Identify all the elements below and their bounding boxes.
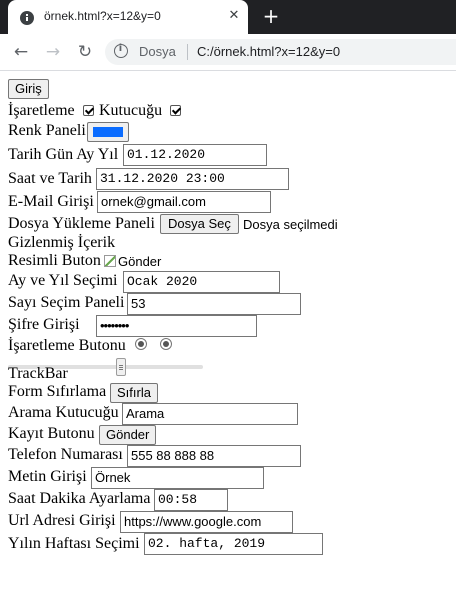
datetime-input[interactable]: 31.12.2020 23:00 [96, 168, 289, 190]
submit-label: Kayıt Butonu [8, 425, 95, 442]
image-submit-button[interactable]: Gönder [104, 254, 161, 269]
email-label: E-Mail Girişi [8, 193, 94, 210]
arrow-left-icon[interactable]: ← [11, 42, 31, 62]
range-thumb[interactable] [116, 358, 126, 376]
search-label: Arama Kutucuğu [8, 404, 119, 421]
tab-strip: örnek.html?x=12&y=0 ✕ + [0, 0, 456, 34]
checkbox-label: İşaretleme [8, 102, 75, 119]
file-status: Dosya seçilmedi [243, 217, 338, 232]
address-bar[interactable]: Dosya C:/örnek.html?x=12&y=0 [105, 39, 456, 65]
tel-input[interactable]: 555 88 888 88 [127, 445, 301, 467]
month-input[interactable]: Ocak 2020 [123, 271, 280, 293]
week-label: Yılın Haftası Seçimi [8, 535, 140, 552]
email-input[interactable]: ornek@gmail.com [97, 191, 271, 213]
reset-button[interactable]: Sıfırla [110, 383, 158, 403]
text-label: Metin Girişi [8, 468, 87, 485]
search-input[interactable]: Arama [122, 403, 298, 425]
date-label: Tarih Gün Ay Yıl [8, 146, 119, 163]
url-label: Url Adresi Girişi [8, 512, 116, 529]
browser-toolbar: ← → ↻ Dosya C:/örnek.html?x=12&y=0 [0, 34, 456, 71]
time-label: Saat Dakika Ayarlama [8, 490, 151, 507]
time-input[interactable]: 00:58 [154, 489, 228, 511]
image-alt-text: Gönder [118, 254, 162, 269]
url-text[interactable]: C:/örnek.html?x=12&y=0 [197, 44, 340, 59]
url-input[interactable]: https://www.google.com [120, 511, 293, 533]
radio-button-2[interactable] [160, 338, 172, 350]
number-input[interactable]: 53 [127, 293, 301, 315]
range-label: TrackBar [8, 365, 68, 382]
password-input[interactable]: •••••••• [96, 315, 257, 337]
date-input[interactable]: 01.12.2020 [123, 144, 267, 166]
reset-label: Form Sıfırlama [8, 383, 107, 400]
textbox-checkbox[interactable] [170, 105, 181, 116]
submit-button[interactable]: Gönder [99, 425, 157, 445]
info-icon[interactable] [114, 43, 128, 58]
checkbox[interactable] [83, 105, 94, 116]
number-label: Sayı Seçim Paneli [8, 294, 125, 311]
globe-icon [20, 11, 34, 25]
browser-tab[interactable]: örnek.html?x=12&y=0 ✕ [8, 0, 248, 34]
radio-button-1[interactable] [135, 338, 147, 350]
color-picker[interactable] [87, 122, 129, 142]
month-label: Ay ve Yıl Seçimi [8, 272, 118, 289]
broken-image-icon [104, 255, 116, 267]
file-choose-button[interactable]: Dosya Seç [160, 214, 239, 234]
omnibox-divider [187, 44, 188, 60]
textbox-checkbox-label: Kutucuğu [99, 102, 163, 119]
login-button[interactable]: Giriş [8, 79, 49, 99]
omnibox-label: Dosya [139, 44, 176, 59]
hidden-content-label: Gizlenmiş İçerik [8, 234, 116, 251]
close-icon[interactable]: ✕ [226, 8, 242, 24]
new-tab-icon[interactable]: + [261, 6, 281, 26]
week-input[interactable]: 02. hafta, 2019 [144, 533, 323, 555]
file-label: Dosya Yükleme Paneli [8, 215, 155, 232]
image-button-label: Resimli Buton [8, 252, 101, 269]
tab-title: örnek.html?x=12&y=0 [44, 9, 161, 23]
password-label: Şifre Girişi [8, 316, 80, 333]
reload-icon[interactable]: ↻ [75, 42, 95, 62]
datetime-label: Saat ve Tarih [8, 170, 92, 187]
arrow-right-icon[interactable]: → [43, 42, 63, 62]
radio-label: İşaretleme Butonu [8, 337, 126, 354]
text-input[interactable]: Örnek [91, 467, 264, 489]
color-label: Renk Paneli [8, 122, 86, 139]
color-swatch [93, 127, 123, 137]
tel-label: Telefon Numarası [8, 446, 123, 463]
